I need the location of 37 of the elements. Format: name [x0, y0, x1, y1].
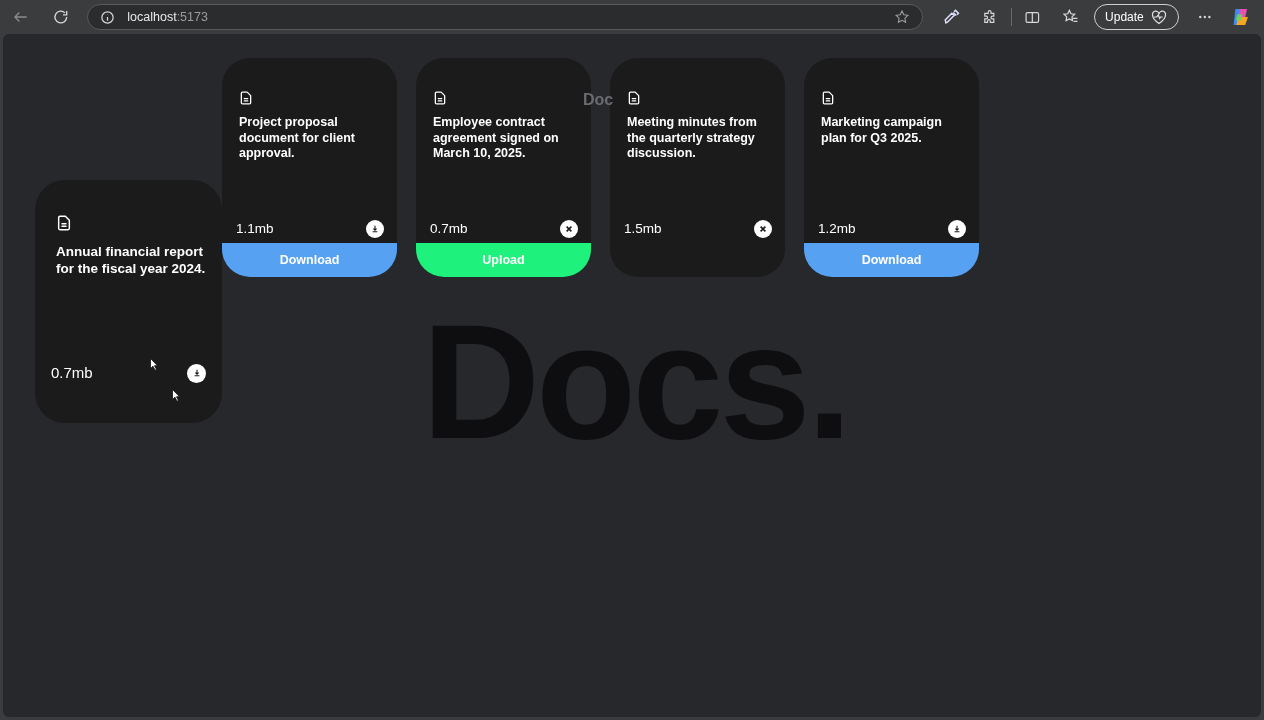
url-host: localhost [127, 8, 177, 26]
address-bar[interactable]: localhost:5173 [87, 4, 923, 30]
file-size: 0.7mb [430, 219, 468, 238]
download-button[interactable] [366, 220, 384, 238]
url-port: :5173 [176, 8, 208, 26]
document-icon [239, 91, 253, 105]
close-icon [565, 225, 573, 233]
close-button[interactable] [754, 220, 772, 238]
document-icon [821, 91, 835, 105]
document-description: Employee contract agreement signed on March 10, 2025. [433, 115, 560, 162]
heart-pulse-icon [1149, 9, 1168, 25]
download-icon [371, 225, 379, 233]
close-icon [759, 225, 767, 233]
close-button[interactable] [560, 220, 578, 238]
reload-icon[interactable] [51, 8, 70, 26]
file-size: 0.7mb [51, 362, 93, 383]
download-icon [953, 225, 961, 233]
file-size: 1.2mb [818, 219, 856, 238]
eyedropper-icon[interactable] [942, 8, 961, 26]
document-icon [627, 91, 641, 105]
document-description: Annual financial report for the fiscal year 2024. [56, 243, 207, 277]
file-size: 1.1mb [236, 219, 274, 238]
cursor-icon [150, 358, 159, 371]
info-icon[interactable] [100, 9, 116, 25]
document-description: Meeting minutes from the quarterly strategy discussion. [627, 115, 758, 162]
download-icon [192, 369, 201, 377]
download-button[interactable] [187, 363, 206, 383]
star-icon[interactable] [893, 9, 910, 25]
file-size: 1.5mb [624, 219, 662, 238]
document-description: Project proposal document for client approval. [239, 115, 356, 162]
document-icon [433, 91, 447, 105]
document-description: Marketing campaign plan for Q3 2025. [821, 115, 943, 146]
document-icon [56, 215, 72, 231]
page-heading: Doc [583, 90, 614, 110]
cursor-icon [172, 389, 181, 402]
download-button[interactable] [948, 220, 966, 238]
dragged-card[interactable]: Annual financial report for the fiscal year 2024. 0.7mb [35, 180, 222, 423]
